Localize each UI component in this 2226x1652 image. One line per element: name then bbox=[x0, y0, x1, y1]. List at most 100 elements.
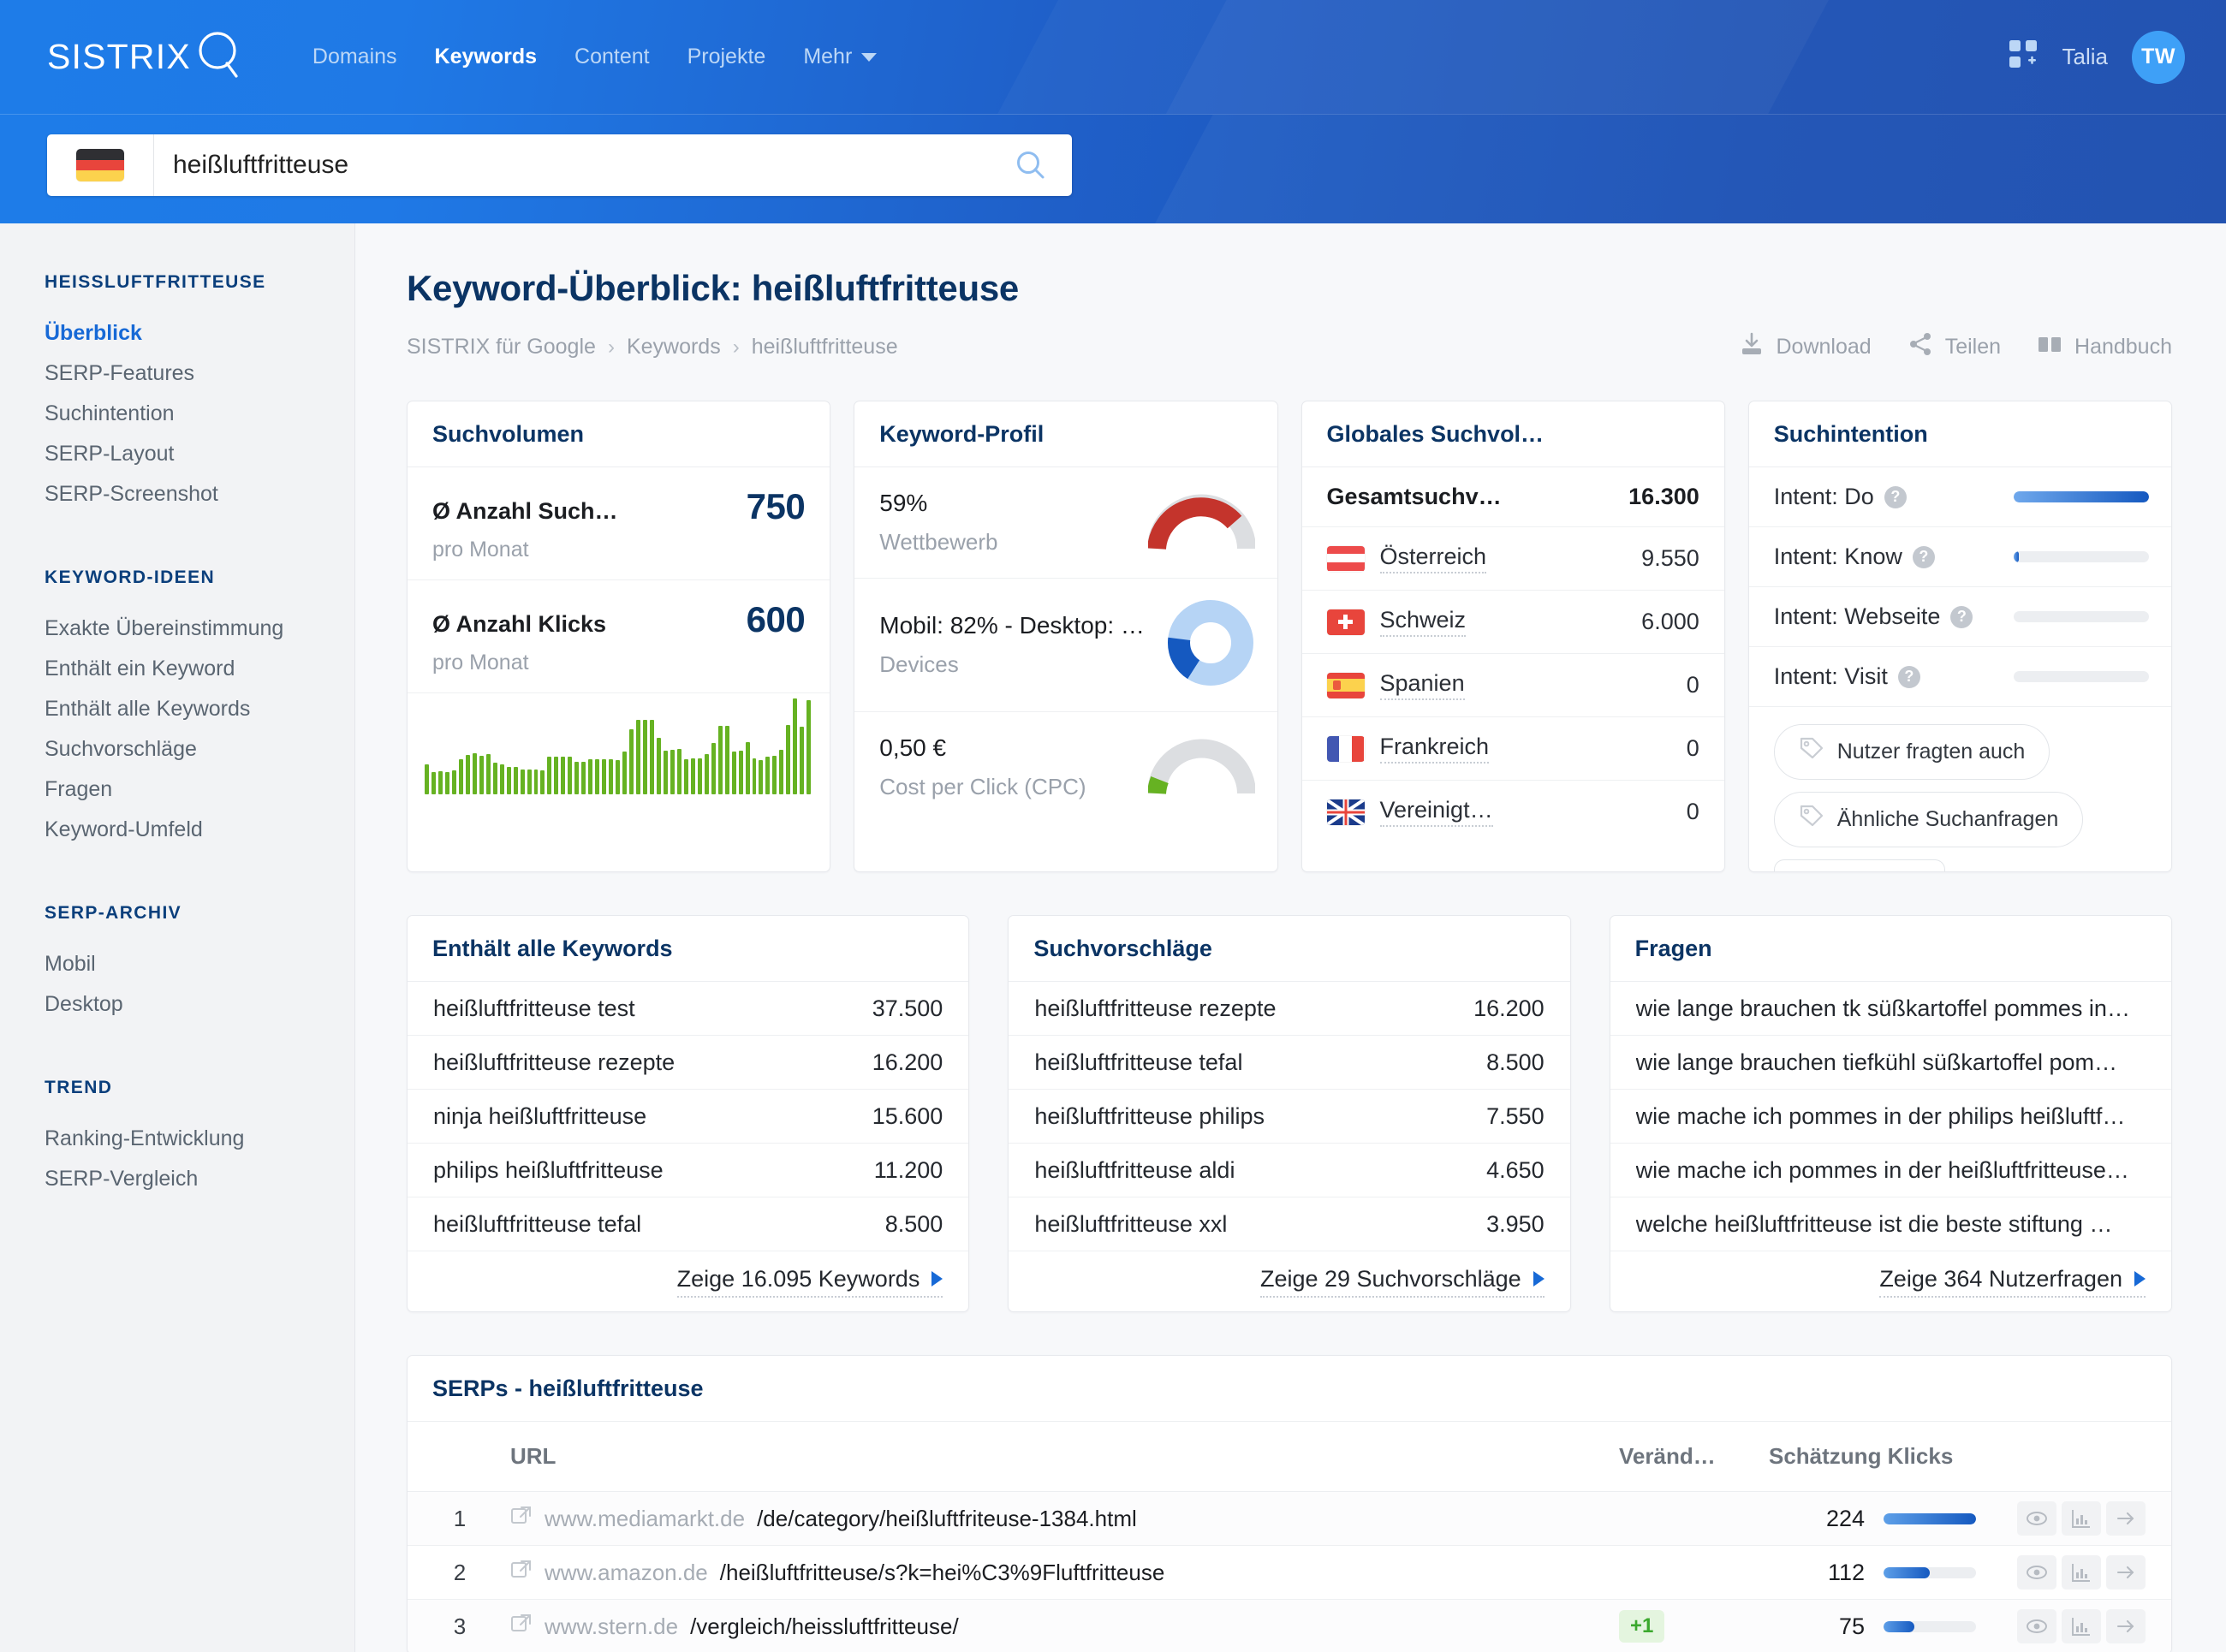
table-header: URL Veränd… Schätzung Klicks bbox=[408, 1422, 2171, 1492]
show-more-suggestions-link[interactable]: Zeige 29 Suchvorschläge bbox=[1259, 1266, 1545, 1298]
list-item[interactable]: ninja heißluftfritteuse 15.600 bbox=[408, 1090, 969, 1144]
sidebar-item-serp-vergleich[interactable]: SERP-Vergleich bbox=[45, 1159, 354, 1199]
download-label: Download bbox=[1776, 335, 1872, 359]
help-icon[interactable]: ? bbox=[1884, 485, 1907, 508]
sidebar-item-desktop[interactable]: Desktop bbox=[45, 984, 354, 1025]
kpi-avg-searches: Ø Anzahl Such… 750 pro Monat bbox=[408, 467, 830, 580]
sidebar-item-mobil[interactable]: Mobil bbox=[45, 944, 354, 984]
kpi-avg-clicks: Ø Anzahl Klicks 600 pro Monat bbox=[408, 580, 830, 693]
sidebar-item-enthalt-ein-keyword[interactable]: Enthält ein Keyword bbox=[45, 649, 354, 689]
arrow-right-icon[interactable] bbox=[2106, 1555, 2146, 1590]
show-more-questions-link[interactable]: Zeige 364 Nutzerfragen bbox=[1879, 1266, 2146, 1298]
arrow-right-icon[interactable] bbox=[2106, 1609, 2146, 1643]
table-row[interactable]: 3 www.stern.de/vergleich/heissluftfritte… bbox=[408, 1600, 2171, 1652]
chart-icon[interactable] bbox=[2062, 1501, 2101, 1536]
sidebar-item-serp-layout[interactable]: SERP-Layout bbox=[45, 434, 354, 474]
apps-grid-icon[interactable] bbox=[2009, 40, 2039, 74]
user-name[interactable]: Talia bbox=[2062, 44, 2108, 70]
country-name: Spanien bbox=[1379, 670, 1465, 700]
keyword-volume: 16.200 bbox=[1473, 995, 1545, 1021]
list-item[interactable]: heißluftfritteuse aldi 4.650 bbox=[1009, 1144, 1570, 1197]
sidebar-item-keyword-umfeld[interactable]: Keyword-Umfeld bbox=[45, 810, 354, 850]
list-item[interactable]: heißluftfritteuse philips 7.550 bbox=[1009, 1090, 1570, 1144]
intent-tag[interactable]: Ähnliche Suchanfragen bbox=[1773, 792, 2084, 847]
sidebar-item-enthalt-alle-keywords[interactable]: Enthält alle Keywords bbox=[45, 689, 354, 729]
bar bbox=[752, 758, 757, 794]
avatar[interactable]: TW bbox=[2132, 30, 2185, 84]
chart-icon[interactable] bbox=[2062, 1555, 2101, 1590]
sidebar-item-serp-features[interactable]: SERP-Features bbox=[45, 354, 354, 394]
tag-label: Nutzer fragten auch bbox=[1836, 740, 2026, 764]
download-icon bbox=[1739, 331, 1765, 363]
global-total-row: Gesamtsuchv… 16.300 bbox=[1301, 467, 1724, 527]
row-url[interactable]: www.mediamarkt.de/de/category/heißluftfr… bbox=[486, 1505, 1619, 1533]
list-item[interactable]: heißluftfritteuse rezepte 16.200 bbox=[408, 1036, 969, 1090]
brand-logo[interactable]: SISTRIX bbox=[47, 29, 242, 85]
list-item[interactable]: wie lange brauchen tiefkühl süßkartoffel… bbox=[1610, 1036, 2171, 1090]
competition-gauge bbox=[1146, 487, 1256, 558]
bar bbox=[622, 752, 628, 794]
list-item[interactable]: heißluftfritteuse tefal 8.500 bbox=[408, 1197, 969, 1251]
handbook-button[interactable]: Handbuch bbox=[2037, 331, 2172, 363]
help-icon[interactable]: ? bbox=[1897, 665, 1920, 688]
bar bbox=[425, 764, 429, 794]
row-url[interactable]: www.amazon.de/heißluftfritteuse/s?k=hei%… bbox=[486, 1559, 1619, 1587]
nav-item-domains[interactable]: Domains bbox=[294, 46, 416, 68]
list-item[interactable]: heißluftfritteuse test 37.500 bbox=[408, 982, 969, 1036]
eye-icon[interactable] bbox=[2017, 1555, 2056, 1590]
download-button[interactable]: Download bbox=[1739, 331, 1872, 363]
chart-icon[interactable] bbox=[2062, 1609, 2101, 1643]
country-row[interactable]: Schweiz 6.000 bbox=[1301, 591, 1724, 654]
nav-item-mehr[interactable]: Mehr bbox=[784, 46, 896, 68]
list-item[interactable]: wie mache ich pommes in der heißluftfrit… bbox=[1610, 1144, 2171, 1197]
country-row[interactable]: Österreich 9.550 bbox=[1301, 527, 1724, 591]
sidebar-item-ranking-entwicklung[interactable]: Ranking-Entwicklung bbox=[45, 1119, 354, 1159]
external-link-icon bbox=[510, 1613, 533, 1641]
bar bbox=[568, 757, 573, 794]
show-more-keywords-link[interactable]: Zeige 16.095 Keywords bbox=[676, 1266, 943, 1298]
country-row[interactable]: Frankreich 0 bbox=[1301, 717, 1724, 781]
arrow-right-icon[interactable] bbox=[2106, 1501, 2146, 1536]
intent-tag[interactable]: Nutzer fragten auch bbox=[1773, 724, 2050, 780]
country-row[interactable]: Vereinigt… 0 bbox=[1302, 781, 1724, 843]
book-icon bbox=[2037, 331, 2062, 363]
eye-icon[interactable] bbox=[2017, 1609, 2056, 1643]
search-submit-icon[interactable] bbox=[1014, 148, 1072, 182]
bar bbox=[506, 767, 511, 794]
question-text: wie mache ich pommes in der philips heiß… bbox=[1635, 1102, 2126, 1129]
help-icon[interactable]: ? bbox=[1912, 545, 1935, 568]
list-item[interactable]: wie mache ich pommes in der philips heiß… bbox=[1610, 1090, 2171, 1144]
sidebar-item-uberblick[interactable]: Überblick bbox=[45, 313, 354, 354]
intent-tag-partial[interactable] bbox=[1773, 859, 1945, 871]
country-row[interactable]: Spanien 0 bbox=[1301, 654, 1724, 717]
sidebar-item-suchintention[interactable]: Suchintention bbox=[45, 394, 354, 434]
breadcrumb-item-1[interactable]: Keywords bbox=[627, 335, 721, 360]
sidebar-item-serp-screenshot[interactable]: SERP-Screenshot bbox=[45, 474, 354, 514]
table-row[interactable]: 2 www.amazon.de/heißluftfritteuse/s?k=he… bbox=[408, 1546, 2171, 1600]
flag-fr-icon bbox=[1326, 735, 1365, 762]
list-item[interactable]: philips heißluftfritteuse 11.200 bbox=[408, 1144, 969, 1197]
share-button[interactable]: Teilen bbox=[1908, 331, 2001, 363]
sidebar-item-exakte-ubereinstimmung[interactable]: Exakte Übereinstimmung bbox=[45, 609, 354, 649]
nav-item-keywords[interactable]: Keywords bbox=[416, 46, 556, 68]
country-value: 6.000 bbox=[1641, 609, 1699, 634]
table-row[interactable]: 1 www.mediamarkt.de/de/category/heißluft… bbox=[408, 1492, 2171, 1546]
help-icon[interactable]: ? bbox=[1950, 605, 1973, 628]
sidebar-item-suchvorschlage[interactable]: Suchvorschläge bbox=[45, 729, 354, 770]
list-item[interactable]: wie lange brauchen tk süßkartoffel pomme… bbox=[1610, 982, 2171, 1036]
global-search-volume-card: Globales Suchvol… Gesamtsuchv… 16.300 Ös… bbox=[1300, 401, 1725, 872]
nav-item-content[interactable]: Content bbox=[556, 46, 669, 68]
breadcrumb-item-0[interactable]: SISTRIX für Google bbox=[407, 335, 596, 360]
list-item[interactable]: heißluftfritteuse xxl 3.950 bbox=[1009, 1197, 1570, 1251]
country-value: 9.550 bbox=[1641, 545, 1699, 571]
sidebar-item-fragen[interactable]: Fragen bbox=[45, 770, 354, 810]
country-selector[interactable] bbox=[47, 134, 154, 196]
nav-item-projekte[interactable]: Projekte bbox=[669, 46, 785, 68]
row-url[interactable]: www.stern.de/vergleich/heissluftfritteus… bbox=[486, 1613, 1619, 1641]
search-input[interactable] bbox=[154, 151, 1014, 180]
list-item[interactable]: heißluftfritteuse tefal 8.500 bbox=[1009, 1036, 1570, 1090]
list-item[interactable]: heißluftfritteuse rezepte 16.200 bbox=[1009, 982, 1570, 1036]
eye-icon[interactable] bbox=[2017, 1501, 2056, 1536]
list-item[interactable]: welche heißluftfritteuse ist die beste s… bbox=[1610, 1197, 2171, 1251]
global-total-value: 16.300 bbox=[1628, 484, 1699, 509]
